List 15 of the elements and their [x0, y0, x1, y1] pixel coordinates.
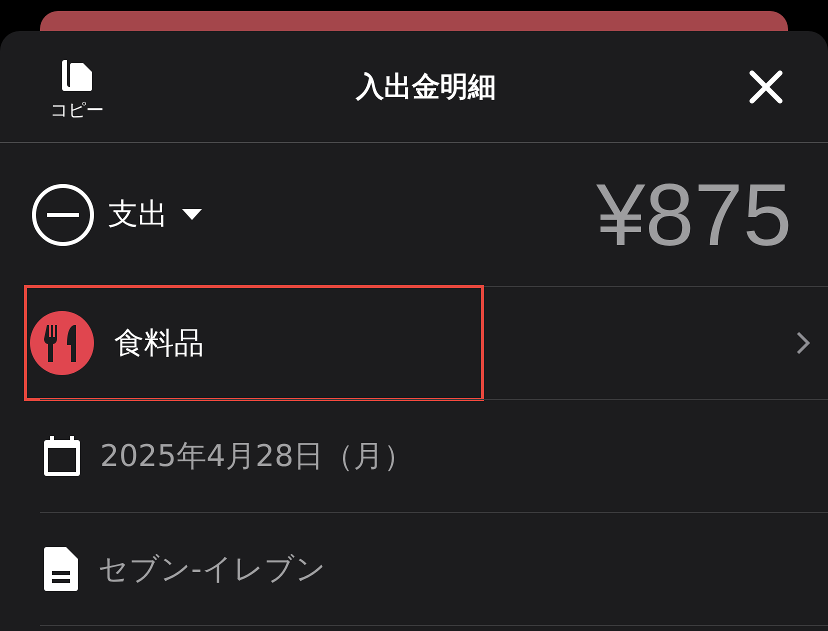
- chevron-icon: [796, 331, 810, 355]
- memo-item[interactable]: セブン-イレブン: [44, 547, 326, 591]
- type-dropdown[interactable]: 支出: [32, 184, 202, 246]
- category-item[interactable]: 食料品: [30, 311, 204, 375]
- fork-knife-icon: [30, 311, 94, 375]
- calendar-icon: [44, 436, 80, 476]
- caret-icon: [182, 208, 202, 220]
- copy-icon: [62, 60, 92, 94]
- document-icon: [44, 547, 78, 591]
- amount-text: ¥875: [596, 164, 792, 266]
- sheet-title: 入出金明細: [356, 68, 496, 104]
- copy-button[interactable]: コピー: [50, 60, 104, 122]
- minus-circle-icon: [32, 184, 94, 246]
- date-item[interactable]: 2025年4月28日（月）: [44, 436, 414, 476]
- close-button[interactable]: [748, 68, 784, 104]
